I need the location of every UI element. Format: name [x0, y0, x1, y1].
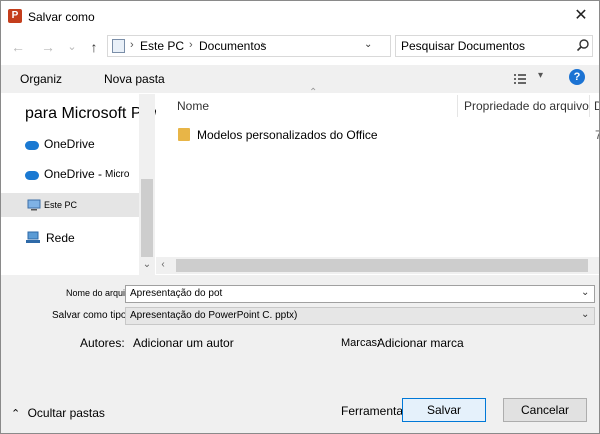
cloud-icon — [25, 141, 39, 150]
search-input[interactable]: Pesquisar Documentos — [401, 39, 525, 53]
cloud-icon — [25, 171, 39, 180]
navpane-item-rede[interactable]: Rede — [1, 227, 139, 251]
breadcrumb-separator-icon[interactable]: › — [189, 39, 193, 51]
add-tag-field[interactable]: Adicionar marca — [377, 336, 464, 350]
search-box[interactable]: Pesquisar Documentos — [395, 35, 593, 57]
column-header-property[interactable]: Propriedade do arquivo — [464, 99, 589, 113]
navpane-item-este-pc[interactable]: Este PC — [1, 193, 139, 217]
window-title: Salvar como — [28, 10, 95, 24]
scroll-down-icon[interactable]: ⌄ — [141, 259, 153, 271]
navpane-item-label: OneDrive — [44, 137, 95, 151]
row-date: 7 — [595, 128, 599, 142]
address-bar[interactable]: › Este PC › Documentos › ⌄ ↻ — [107, 35, 493, 57]
new-folder-button[interactable]: Nova pasta — [104, 72, 165, 86]
hscrollbar-thumb[interactable] — [176, 259, 588, 272]
folder-icon — [178, 128, 190, 141]
add-author-field[interactable]: Adicionar um autor — [133, 336, 234, 350]
authors-label: Autores: — [80, 336, 125, 350]
column-divider[interactable] — [457, 95, 458, 117]
row-name[interactable]: Modelos personalizados do Office — [197, 128, 378, 142]
view-dropdown-icon[interactable]: ▾ — [538, 70, 543, 81]
column-divider[interactable] — [589, 95, 590, 117]
recent-locations-chevron-icon[interactable]: ⌄ — [63, 39, 81, 55]
powerpoint-icon: P — [8, 9, 22, 23]
filetype-label: Salvar como tipo: — [52, 310, 130, 321]
navpane-item-label: Este PC — [44, 200, 78, 210]
tools-button[interactable]: Ferramentas — [341, 404, 409, 418]
organize-button[interactable]: Organiz — [20, 72, 62, 86]
computer-icon — [27, 199, 41, 211]
filetype-value: Apresentação do PowerPoint C. pptx) — [130, 310, 298, 321]
command-bar: Organiz Nova pasta ▾ ? — [1, 65, 599, 93]
save-button[interactable]: Salvar — [402, 398, 486, 422]
filetype-select[interactable]: Apresentação do PowerPoint C. pptx) ⌄ — [125, 307, 595, 325]
breadcrumb-separator-icon[interactable]: › — [130, 39, 134, 51]
navpane-item-label: OneDrive - — [44, 167, 103, 181]
breadcrumb-este-pc[interactable]: Este PC — [140, 39, 184, 53]
filename-input[interactable]: Apresentação do pot — [130, 288, 222, 299]
view-options-icon[interactable] — [513, 71, 535, 87]
computer-icon — [112, 39, 125, 53]
save-as-dialog: P Salvar como ✕ ← → ⌄ ↑ › Este PC › Docu… — [0, 0, 600, 434]
help-icon[interactable]: ? — [569, 69, 585, 85]
chevron-up-icon: ⌃ — [11, 408, 21, 420]
search-icon[interactable] — [576, 38, 590, 52]
file-list — [156, 94, 599, 275]
navpane-scrollbar-thumb[interactable] — [141, 179, 153, 257]
breadcrumb-separator-icon[interactable]: › — [261, 39, 265, 51]
filetype-dropdown-icon[interactable]: ⌄ — [581, 309, 589, 320]
cancel-button[interactable]: Cancelar — [503, 398, 587, 422]
up-arrow-icon[interactable]: ↑ — [85, 39, 103, 55]
hide-folders-toggle[interactable]: ⌃ Ocultar pastas — [11, 406, 105, 420]
column-header-name[interactable]: Nome — [177, 99, 209, 113]
back-arrow-icon[interactable]: ← — [9, 39, 27, 55]
navpane-item-onedrive[interactable]: OneDrive — [1, 133, 139, 157]
filename-dropdown-icon[interactable]: ⌄ — [581, 287, 589, 298]
address-history-dropdown-icon[interactable]: ⌄ — [364, 39, 372, 50]
close-button[interactable]: ✕ — [567, 5, 595, 27]
hide-folders-label: Ocultar pastas — [27, 406, 105, 420]
breadcrumb-documentos[interactable]: Documentos — [199, 39, 266, 53]
forward-arrow-icon[interactable]: → — [39, 39, 57, 55]
filename-field[interactable]: Apresentação do pot ⌄ — [125, 285, 595, 303]
navpane-item-label: Rede — [46, 231, 75, 245]
column-header-date[interactable]: D — [594, 99, 599, 113]
navpane-item-label-suffix: Micro — [105, 169, 130, 180]
title-bar: P Salvar como ✕ — [1, 1, 599, 33]
navpane-item-onedrive-business[interactable]: OneDrive - Micro — [1, 163, 139, 187]
network-icon — [26, 231, 40, 243]
scroll-left-icon[interactable]: ‹ — [157, 259, 169, 271]
tags-label: Marcas: — [341, 337, 381, 349]
sort-indicator-icon: ⌃ — [309, 87, 318, 98]
